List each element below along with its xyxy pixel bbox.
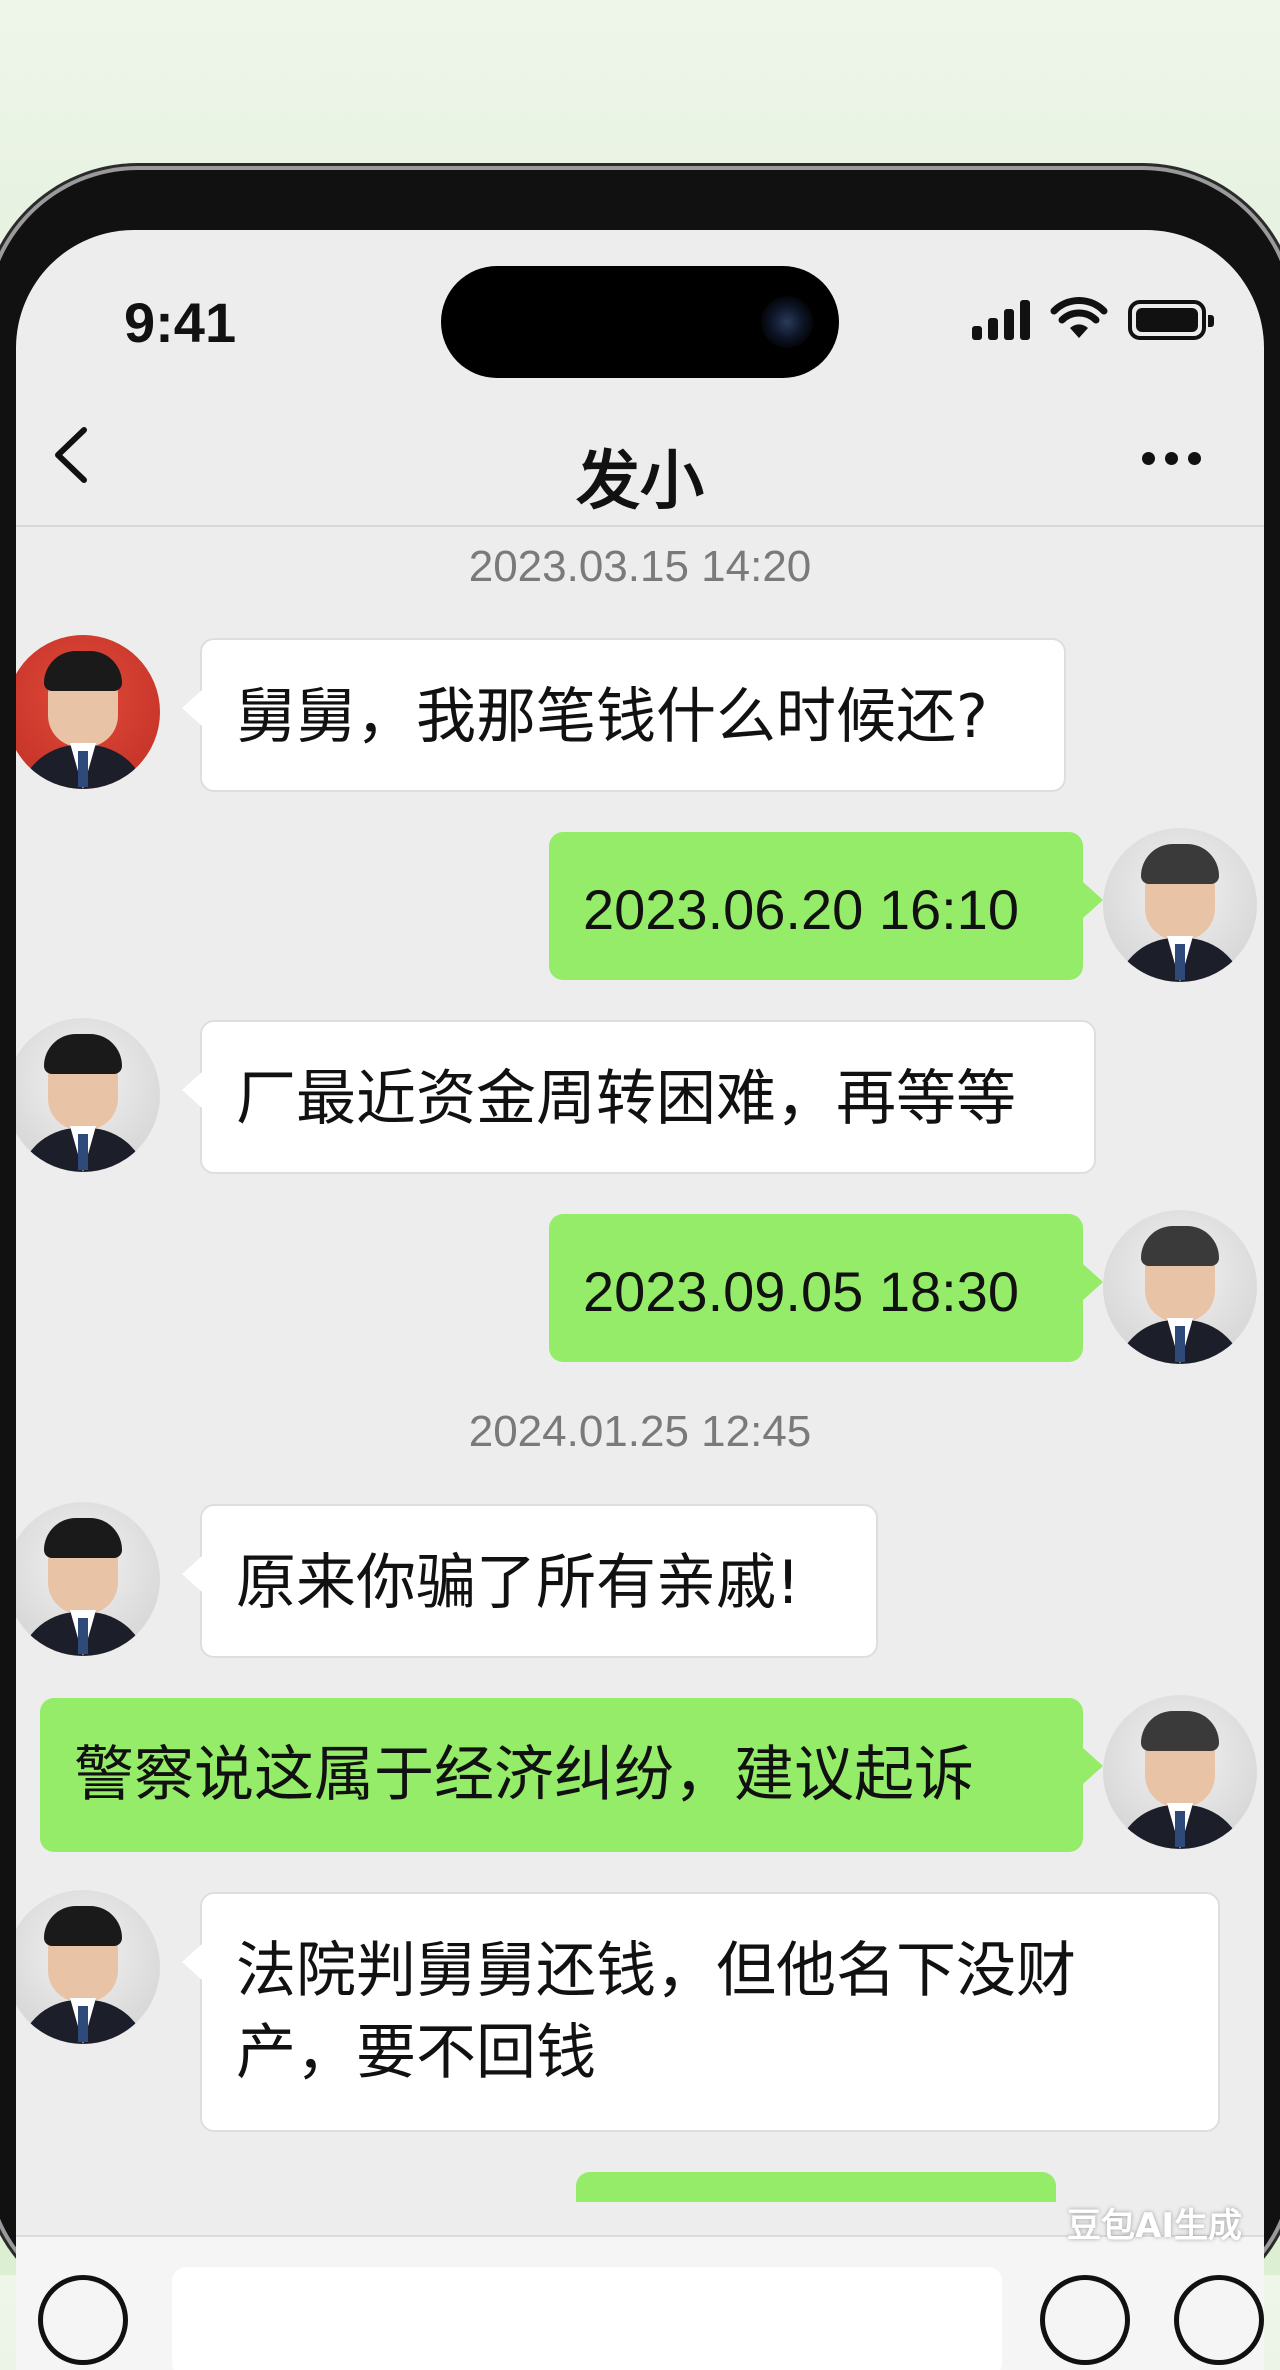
message-text: 2023.06.20 16:10 (583, 878, 1019, 941)
incoming-message-bubble[interactable]: 原来你骗了所有亲戚! (182, 1504, 878, 1658)
outgoing-message-bubble[interactable]: 警察说这属于经济纠纷，建议起诉 (40, 1698, 1103, 1852)
message-text: 厂最近资金周转困难，再等等 (236, 1064, 1016, 1134)
chat-header: 发小 (16, 380, 1264, 527)
avatar[interactable] (1103, 828, 1257, 982)
status-icons (972, 294, 1214, 340)
chat-input-bar (16, 2235, 1264, 2370)
incoming-message-bubble[interactable]: 法院判舅舅还钱，但他名下没财产，要不回钱 (182, 1892, 1220, 2132)
voice-input-icon[interactable] (38, 2275, 128, 2365)
message-timestamp: 2024.01.25 12:45 (468, 1407, 812, 1456)
wifi-icon (1050, 297, 1108, 338)
message-text: 舅舅，我那笔钱什么时候还? (236, 682, 988, 752)
chat-title: 发小 (576, 445, 704, 519)
message-input[interactable] (172, 2267, 1002, 2370)
avatar[interactable] (16, 1890, 160, 2044)
more-options-icon[interactable] (1142, 448, 1212, 468)
watermark: 豆包AI生成 (1067, 2206, 1242, 2246)
avatar[interactable] (16, 1502, 160, 1656)
message-text: 法院判舅舅还钱，但他名下没财产，要不回钱 (236, 1936, 1076, 2088)
message-text: 警察说这属于经济纠纷，建议起诉 (74, 1740, 974, 1810)
camera-icon (761, 296, 813, 348)
partial-outgoing-bubble (576, 2172, 1056, 2202)
battery-icon (1128, 300, 1214, 340)
dynamic-island (441, 266, 839, 378)
outgoing-message-bubble[interactable]: 2023.09.05 18:30 (549, 1214, 1103, 1362)
phone-screen: 9:41 发小 2023.03.15 14:20 舅舅，我那笔钱什么时候还? 2… (16, 230, 1264, 2370)
status-bar: 9:41 (16, 230, 1264, 380)
avatar[interactable] (16, 1018, 160, 1172)
incoming-message-bubble[interactable]: 舅舅，我那笔钱什么时候还? (182, 638, 1066, 792)
phone-frame: 9:41 发小 2023.03.15 14:20 舅舅，我那笔钱什么时候还? 2… (0, 170, 1280, 2370)
avatar[interactable] (16, 635, 160, 789)
incoming-message-bubble[interactable]: 厂最近资金周转困难，再等等 (182, 1020, 1096, 1174)
message-timestamp: 2023.03.15 14:20 (468, 542, 812, 591)
outgoing-message-bubble[interactable]: 2023.06.20 16:10 (549, 832, 1103, 980)
cellular-signal-icon (972, 298, 1030, 340)
plus-icon[interactable] (1174, 2275, 1264, 2365)
emoji-icon[interactable] (1040, 2275, 1130, 2365)
message-text: 原来你骗了所有亲戚! (236, 1548, 801, 1618)
avatar[interactable] (1103, 1210, 1257, 1364)
avatar[interactable] (1103, 1695, 1257, 1849)
status-time: 9:41 (124, 291, 237, 354)
message-text: 2023.09.05 18:30 (583, 1260, 1019, 1323)
